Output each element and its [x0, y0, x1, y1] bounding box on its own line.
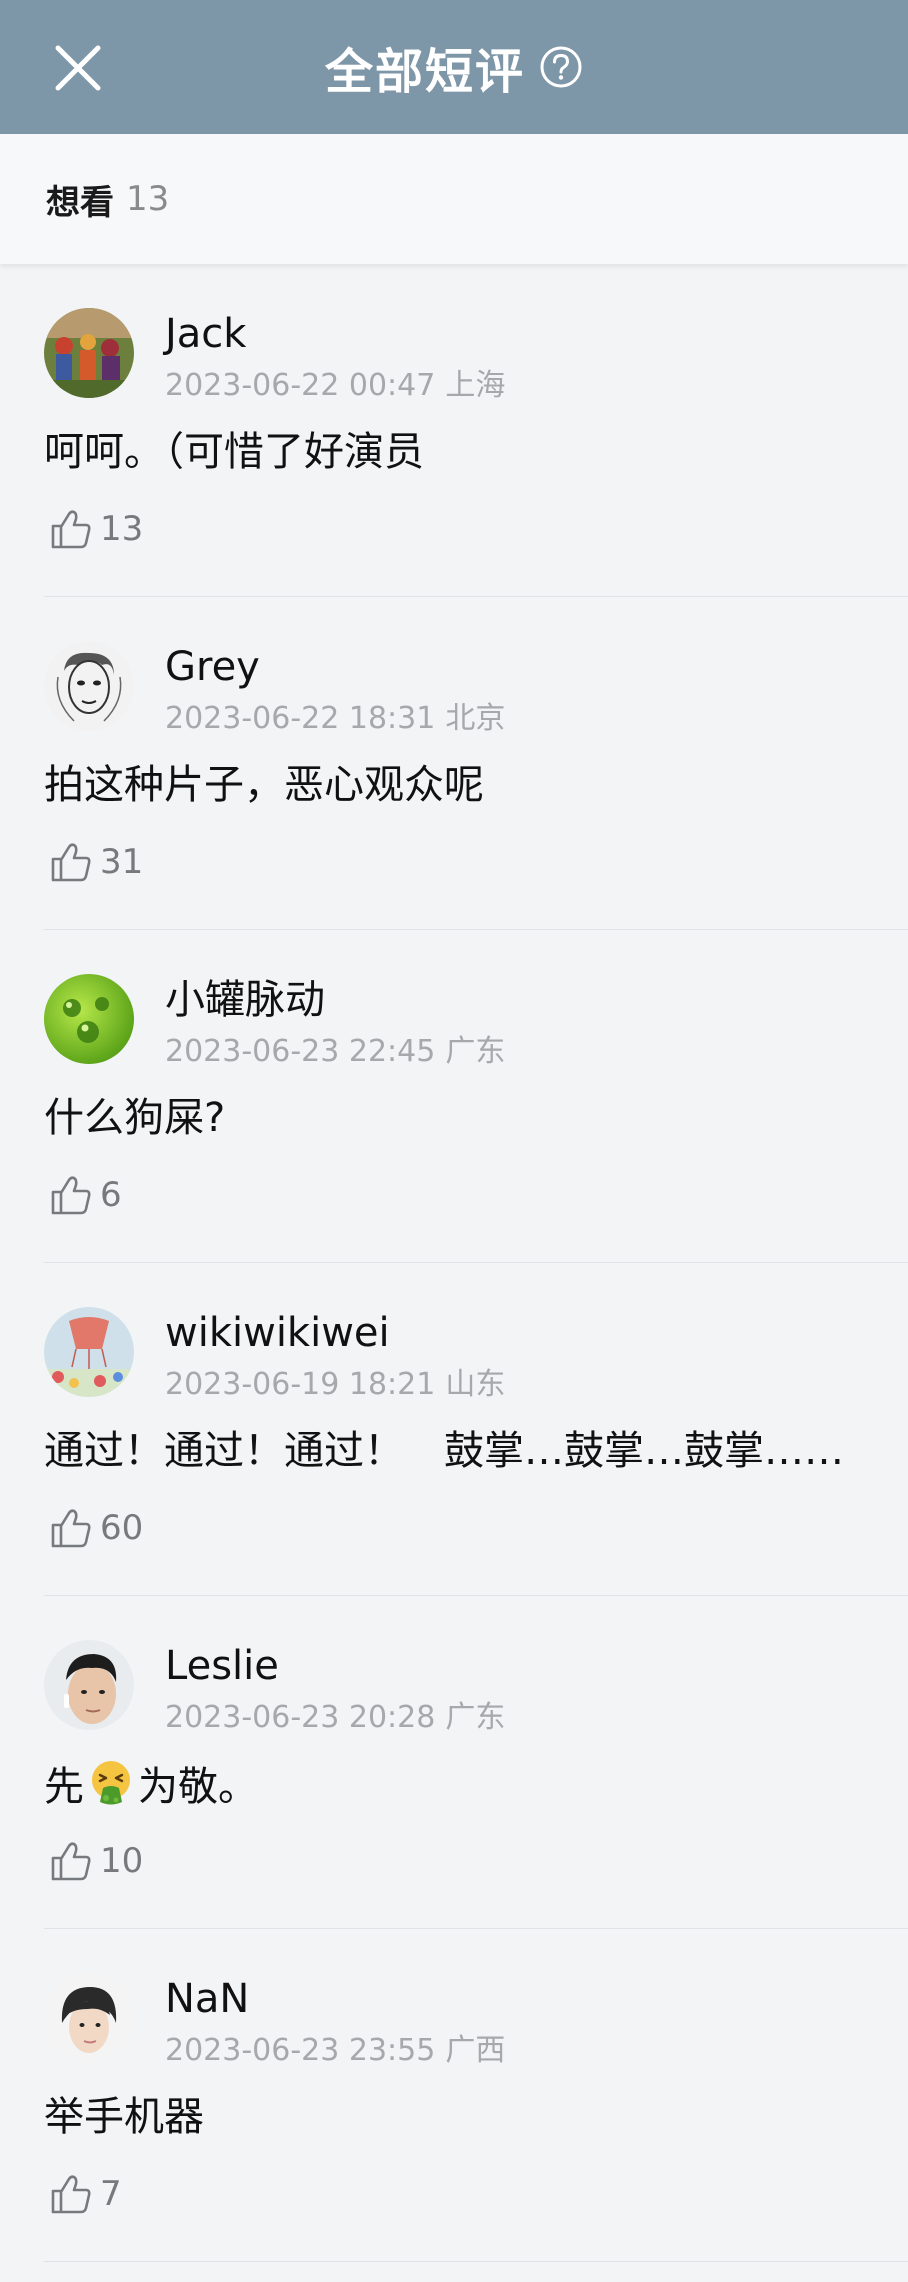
like-count: 13 — [100, 509, 144, 549]
top-bar: 全部短评 — [0, 0, 908, 134]
review-meta: 2023-06-19 18:21 山东 — [165, 1367, 505, 1403]
review-date: 2023-06-19 18:21 — [165, 1367, 436, 1402]
review-item: 小罐脉动 2023-06-23 22:45 广东 什么狗屎? 6 — [0, 930, 908, 1263]
avatar[interactable] — [44, 974, 134, 1064]
review-date: 2023-06-23 20:28 — [165, 1700, 436, 1735]
review-text-end: 为敬。 — [138, 1764, 258, 1810]
username[interactable]: Leslie — [165, 1642, 279, 1690]
page-title-wrap: 全部短评 — [0, 0, 908, 134]
review-location: 上海 — [445, 368, 506, 403]
review-date: 2023-06-23 23:55 — [165, 2033, 436, 2068]
thumbs-up-icon — [51, 1176, 91, 1215]
like-button[interactable]: 60 — [48, 1503, 143, 1553]
review-meta: 2023-06-22 18:31 北京 — [165, 701, 505, 737]
like-count: 31 — [100, 842, 144, 882]
review-location: 广西 — [445, 2033, 506, 2068]
avatar[interactable] — [44, 1307, 134, 1397]
review-item: wikiwikiwei 2023-06-19 18:21 山东 通过！通过！通过！… — [0, 1263, 908, 1596]
review-text: 先 为敬。 — [44, 1758, 894, 1813]
review-location: 山东 — [445, 1367, 506, 1402]
review-date: 2023-06-23 22:45 — [165, 1034, 436, 1069]
filter-bar: 想看 13 — [0, 134, 908, 264]
thumbs-up-icon — [51, 1509, 91, 1548]
help-icon[interactable] — [539, 45, 583, 89]
review-item: Grey 2023-06-22 18:31 北京 拍这种片子，恶心观众呢 31 — [0, 597, 908, 930]
thumbs-up-icon — [51, 843, 91, 882]
username[interactable]: Grey — [165, 643, 260, 691]
review-list: Jack 2023-06-22 00:47 上海 呵呵。（可惜了好演员 13 G… — [0, 264, 908, 2262]
review-item: Leslie 2023-06-23 20:28 广东 先 为敬。 10 — [0, 1596, 908, 1929]
review-text: 拍这种片子，恶心观众呢 — [44, 762, 484, 808]
like-button[interactable]: 10 — [48, 1836, 143, 1886]
review-text: 呵呵。（可惜了好演员 — [44, 429, 424, 475]
avatar[interactable] — [44, 308, 134, 398]
thumbs-up-icon — [51, 510, 91, 549]
review-location: 广东 — [445, 1034, 506, 1069]
username[interactable]: Jack — [165, 310, 246, 358]
like-count: 60 — [100, 1508, 144, 1548]
review-text-start: 先 — [44, 1764, 84, 1810]
review-text: 通过！通过！通过！ 鼓掌…鼓掌…鼓掌…… — [44, 1428, 844, 1474]
like-button[interactable]: 13 — [48, 504, 143, 554]
thumbs-up-icon — [51, 2175, 91, 2214]
want-to-see-label[interactable]: 想看 — [46, 175, 114, 224]
thumbs-up-icon — [51, 1842, 91, 1881]
review-meta: 2023-06-23 20:28 广东 — [165, 1700, 505, 1736]
username[interactable]: 小罐脉动 — [165, 976, 325, 1024]
page-title: 全部短评 — [324, 44, 525, 100]
like-count: 10 — [100, 1841, 144, 1881]
like-button[interactable]: 7 — [48, 2169, 122, 2219]
username[interactable]: wikiwikiwei — [165, 1309, 390, 1357]
want-to-see-count: 13 — [126, 179, 170, 219]
review-text: 举手机器 — [44, 2094, 204, 2140]
review-location: 广东 — [445, 1700, 506, 1735]
avatar[interactable] — [44, 1973, 134, 2063]
review-date: 2023-06-22 18:31 — [165, 701, 436, 736]
review-item: NaN 2023-06-23 23:55 广西 举手机器 7 — [0, 1929, 908, 2262]
like-button[interactable]: 6 — [48, 1170, 122, 1220]
review-meta: 2023-06-22 00:47 上海 — [165, 368, 505, 404]
review-text: 什么狗屎? — [44, 1095, 226, 1141]
review-item: Jack 2023-06-22 00:47 上海 呵呵。（可惜了好演员 13 — [0, 264, 908, 597]
review-meta: 2023-06-23 23:55 广西 — [165, 2033, 505, 2069]
review-date: 2023-06-22 00:47 — [165, 368, 436, 403]
username[interactable]: NaN — [165, 1975, 249, 2023]
avatar[interactable] — [44, 1640, 134, 1730]
avatar[interactable] — [44, 641, 134, 731]
like-count: 6 — [100, 1175, 122, 1215]
review-meta: 2023-06-23 22:45 广东 — [165, 1034, 505, 1070]
vomiting-face-icon — [86, 1758, 136, 1808]
like-count: 7 — [100, 2174, 122, 2214]
like-button[interactable]: 31 — [48, 837, 143, 887]
review-location: 北京 — [445, 701, 506, 736]
